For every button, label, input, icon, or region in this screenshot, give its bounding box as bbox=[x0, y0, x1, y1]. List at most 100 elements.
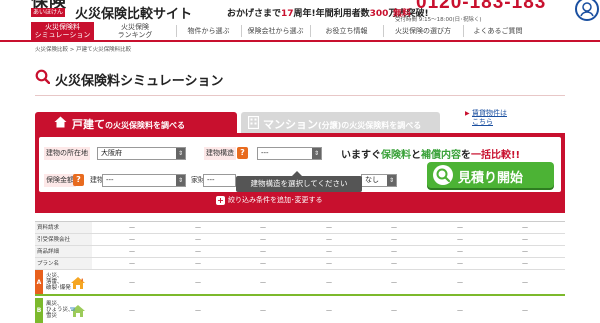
table-row: 資料請求 — — — — — — — bbox=[35, 222, 565, 234]
table-cell: — bbox=[391, 260, 397, 267]
phone-number[interactable]: 0120-183-183 bbox=[416, 0, 546, 14]
promo-coverage: 補償内容 bbox=[421, 150, 461, 161]
table-cell: — bbox=[457, 248, 463, 255]
table-cell: — bbox=[260, 260, 266, 267]
results-table: 資料請求 — — — — — — — 引受保険会社 — — — — — — — … bbox=[35, 221, 565, 323]
nav-item-simulation[interactable]: 火災保険料 シミュレーション bbox=[31, 22, 94, 40]
table-cell: — bbox=[260, 307, 266, 314]
nav-item-useful-info[interactable]: お役立ち情報 bbox=[310, 22, 383, 40]
tab-house[interactable]: 戸建ての火災保険料を調べる bbox=[35, 112, 237, 133]
nav-label: 火災保険 ランキング bbox=[117, 23, 153, 39]
site-title: 火災保険比較サイト bbox=[75, 7, 193, 22]
table-cell: — bbox=[326, 279, 332, 286]
contents-value: --- bbox=[207, 176, 215, 184]
nav-item-faq[interactable]: よくあるご質問 bbox=[463, 22, 533, 40]
help-icon[interactable]: ? bbox=[73, 174, 84, 186]
breadcrumb[interactable]: 火災保険比較 > 戸建て火災保険料比較 bbox=[35, 45, 131, 53]
table-cell: — bbox=[522, 224, 528, 231]
table-cell: — bbox=[260, 236, 266, 243]
structure-value: --- bbox=[261, 149, 269, 157]
help-icon[interactable]: ? bbox=[237, 147, 248, 159]
table-row: プラン名 — — — — — — — bbox=[35, 258, 565, 270]
tab-mansion-big: マンション bbox=[263, 118, 318, 131]
table-cell: — bbox=[391, 279, 397, 286]
building-icon bbox=[248, 116, 259, 129]
structure-tooltip: 建物構造を選択してください bbox=[236, 171, 362, 192]
plan-label-b: B 風災、 ひょう災、 雪災 bbox=[35, 298, 92, 323]
tagline-mid: 周年!年間利用者数 bbox=[293, 9, 370, 19]
building-value: --- bbox=[106, 176, 114, 184]
nav-item-ranking[interactable]: 火災保険 ランキング bbox=[105, 22, 165, 40]
table-cell: — bbox=[195, 248, 201, 255]
table-cell: — bbox=[522, 260, 528, 267]
add-filter-link[interactable]: + 絞り込み条件を追加･変更する bbox=[216, 195, 323, 205]
table-cell: — bbox=[457, 224, 463, 231]
location-select[interactable]: 大阪府 ⇕ bbox=[97, 147, 186, 160]
tab-house-big: 戸建て bbox=[72, 118, 105, 131]
table-cell: — bbox=[522, 307, 528, 314]
promo-text: いますぐ保険料と補償内容を一括比較!! bbox=[341, 146, 520, 161]
operator-icon bbox=[575, 0, 599, 21]
main-nav: 火災保険料 シミュレーション 火災保険 ランキング 物件から選ぶ 保険会社から選… bbox=[0, 22, 600, 42]
table-cell: — bbox=[129, 307, 135, 314]
table-cell: — bbox=[522, 279, 528, 286]
location-value: 大阪府 bbox=[101, 149, 122, 157]
house-fire-icon bbox=[71, 277, 85, 289]
house-icon bbox=[54, 116, 67, 128]
tagline-users: 300 bbox=[369, 9, 389, 19]
tab-house-label: 戸建ての火災保険料を調べる bbox=[72, 116, 185, 132]
tab-mansion-small: (分譲)の火災保険料を調べる bbox=[318, 121, 422, 130]
table-cell: — bbox=[326, 248, 332, 255]
table-cell: — bbox=[522, 248, 528, 255]
table-cell: — bbox=[326, 224, 332, 231]
table-cell: — bbox=[195, 279, 201, 286]
nav-item-how-to-choose[interactable]: 火災保険の選び方 bbox=[383, 22, 463, 40]
plan-text-a: 火災、 落雷、 破裂･爆発 bbox=[46, 273, 71, 291]
rental-link-line2: こちら bbox=[472, 118, 493, 126]
nav-label: 保険会社から選ぶ bbox=[247, 27, 304, 35]
app-root: 保険 あいほけん 火災保険比較サイト おかげさまで17周年!年間利用者数300万… bbox=[0, 0, 600, 323]
promo-pre: いますぐ bbox=[341, 150, 381, 161]
row-label-product: 商品詳細 bbox=[35, 246, 92, 257]
extra-option-select[interactable]: なし ⇕ bbox=[361, 174, 397, 187]
title-divider bbox=[35, 95, 565, 96]
tab-mansion[interactable]: マンション(分譲)の火災保険料を調べる bbox=[241, 112, 440, 133]
table-cell: — bbox=[129, 248, 135, 255]
structure-select[interactable]: --- ⇕ bbox=[257, 147, 322, 160]
select-arrow-icon: ⇕ bbox=[176, 148, 185, 159]
nav-label: よくあるご質問 bbox=[473, 27, 523, 35]
nav-item-company[interactable]: 保険会社から選ぶ bbox=[241, 22, 310, 40]
nav-item-property[interactable]: 物件から選ぶ bbox=[176, 22, 241, 40]
table-cell: — bbox=[457, 260, 463, 267]
search-icon bbox=[433, 165, 453, 185]
structure-label: 建物構造 bbox=[204, 147, 236, 160]
plan-badge-b: B bbox=[35, 298, 43, 323]
amount-label: 保険金額 bbox=[44, 174, 76, 187]
nav-label: 火災保険の選び方 bbox=[395, 27, 451, 35]
search-form: 建物の所在地 大阪府 ⇕ 建物構造 ? --- ⇕ いますぐ保険料と補償内容を一括比… bbox=[39, 137, 561, 192]
promo-premium: 保険料 bbox=[381, 150, 411, 161]
table-cell: — bbox=[326, 236, 332, 243]
table-cell: — bbox=[326, 307, 332, 314]
extra-value: なし bbox=[365, 176, 379, 184]
estimate-start-button[interactable]: 見積り開始 bbox=[427, 162, 554, 188]
promo-and: と bbox=[411, 150, 421, 161]
tagline-years: 17 bbox=[281, 9, 294, 19]
rental-link[interactable]: ▶ 賃貸物件は こちら bbox=[465, 109, 507, 127]
table-cell: — bbox=[391, 224, 397, 231]
site-logo[interactable]: 保険 あいほけん bbox=[31, 0, 68, 22]
table-cell: — bbox=[129, 236, 135, 243]
contents-amount-select[interactable]: --- bbox=[203, 174, 236, 187]
table-cell: — bbox=[129, 224, 135, 231]
table-cell: — bbox=[326, 260, 332, 267]
add-filter-label: 絞り込み条件を追加･変更する bbox=[228, 196, 323, 204]
plan-badge-a: A bbox=[35, 270, 43, 294]
house-wind-icon bbox=[70, 305, 85, 317]
building-amount-select[interactable]: --- ⇕ bbox=[102, 174, 186, 187]
tab-house-small: の火災保険料を調べる bbox=[105, 121, 185, 130]
rental-link-line1: 賃貸物件は bbox=[472, 109, 507, 117]
plus-icon: + bbox=[216, 196, 225, 205]
table-cell: — bbox=[522, 236, 528, 243]
table-cell: — bbox=[195, 260, 201, 267]
table-cell: — bbox=[457, 279, 463, 286]
